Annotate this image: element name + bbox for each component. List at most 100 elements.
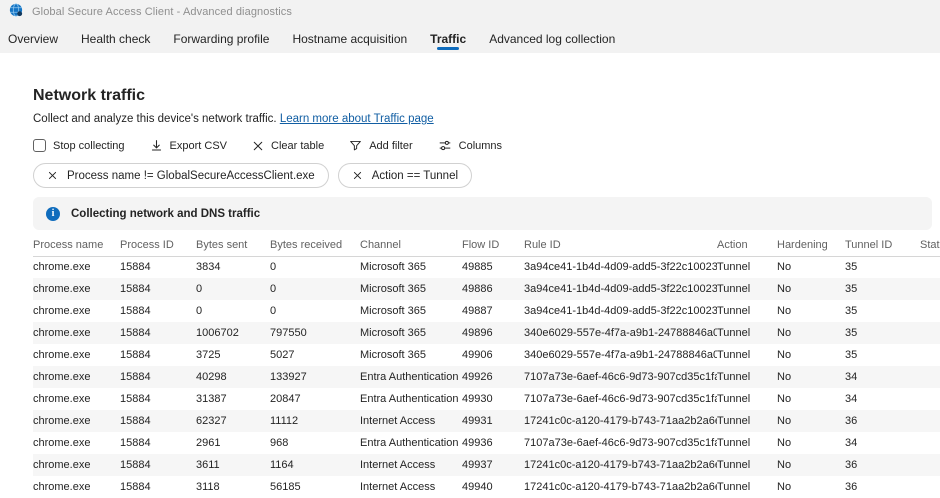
add-filter-button[interactable]: Add filter bbox=[349, 139, 412, 152]
column-header[interactable]: Status bbox=[920, 234, 940, 256]
table-cell bbox=[920, 410, 940, 432]
learn-more-link[interactable]: Learn more about Traffic page bbox=[280, 113, 434, 125]
table-cell bbox=[920, 300, 940, 322]
download-icon bbox=[150, 139, 163, 152]
table-row[interactable]: chrome.exe1588436111164Internet Access49… bbox=[33, 454, 940, 476]
traffic-page: Network traffic Collect and analyze this… bbox=[0, 87, 940, 498]
globe-app-icon bbox=[9, 3, 23, 22]
table-cell: 3834 bbox=[196, 256, 270, 278]
table-cell: 34 bbox=[845, 432, 920, 454]
tab-traffic[interactable]: Traffic bbox=[430, 24, 466, 53]
column-header[interactable]: Bytes received bbox=[270, 234, 360, 256]
table-cell: Tunnel bbox=[717, 344, 777, 366]
tab-label: Advanced log collection bbox=[489, 32, 615, 46]
tab-overview[interactable]: Overview bbox=[8, 24, 58, 53]
table-cell: No bbox=[777, 454, 845, 476]
tab-label: Hostname acquisition bbox=[292, 32, 407, 46]
table-cell: 1164 bbox=[270, 454, 360, 476]
column-header[interactable]: Tunnel ID bbox=[845, 234, 920, 256]
table-cell: chrome.exe bbox=[33, 432, 120, 454]
column-header[interactable]: Action bbox=[717, 234, 777, 256]
table-cell: 0 bbox=[196, 300, 270, 322]
table-cell: 49937 bbox=[462, 454, 524, 476]
table-cell: chrome.exe bbox=[33, 278, 120, 300]
column-header[interactable]: Hardening bbox=[777, 234, 845, 256]
table-row[interactable]: chrome.exe1588400Microsoft 365498863a94c… bbox=[33, 278, 940, 300]
table-cell: No bbox=[777, 344, 845, 366]
table-cell bbox=[920, 256, 940, 278]
stop-collecting-toggle[interactable]: Stop collecting bbox=[33, 139, 125, 152]
table-cell: chrome.exe bbox=[33, 366, 120, 388]
tab-label: Overview bbox=[8, 32, 58, 46]
tab-advanced-log-collection[interactable]: Advanced log collection bbox=[489, 24, 615, 53]
column-header[interactable]: Flow ID bbox=[462, 234, 524, 256]
table-cell: 49930 bbox=[462, 388, 524, 410]
dismiss-icon bbox=[252, 140, 264, 152]
table-row[interactable]: chrome.exe158846232711112Internet Access… bbox=[33, 410, 940, 432]
table-cell: chrome.exe bbox=[33, 322, 120, 344]
table-cell: 0 bbox=[196, 278, 270, 300]
clear-table-button[interactable]: Clear table bbox=[252, 140, 324, 152]
active-filters: Process name != GlobalSecureAccessClient… bbox=[33, 163, 940, 188]
tab-forwarding-profile[interactable]: Forwarding profile bbox=[173, 24, 269, 53]
table-cell: 36 bbox=[845, 454, 920, 476]
table-cell: Tunnel bbox=[717, 278, 777, 300]
table-cell: 35 bbox=[845, 300, 920, 322]
table-cell: 7107a73e-6aef-46c6-9d73-907cd35c1faa bbox=[524, 432, 717, 454]
table-cell: Microsoft 365 bbox=[360, 344, 462, 366]
table-cell: 34 bbox=[845, 366, 920, 388]
checkbox-icon[interactable] bbox=[33, 139, 46, 152]
table-cell: No bbox=[777, 432, 845, 454]
table-cell bbox=[920, 432, 940, 454]
table-row[interactable]: chrome.exe1588440298133927Entra Authenti… bbox=[33, 366, 940, 388]
column-header[interactable]: Process ID bbox=[120, 234, 196, 256]
table-cell: Tunnel bbox=[717, 256, 777, 278]
export-csv-button[interactable]: Export CSV bbox=[150, 139, 227, 152]
selected-tab-indicator bbox=[437, 47, 459, 50]
table-cell: 1006702 bbox=[196, 322, 270, 344]
table-row[interactable]: chrome.exe158843138720847Entra Authentic… bbox=[33, 388, 940, 410]
table-row[interactable]: chrome.exe1588437255027Microsoft 3654990… bbox=[33, 344, 940, 366]
table-cell: No bbox=[777, 366, 845, 388]
table-cell: Entra Authentication bbox=[360, 432, 462, 454]
remove-filter-icon[interactable] bbox=[47, 170, 58, 181]
table-cell: 49886 bbox=[462, 278, 524, 300]
table-cell bbox=[920, 344, 940, 366]
table-cell: 56185 bbox=[270, 476, 360, 498]
column-header[interactable]: Process name bbox=[33, 234, 120, 256]
clear-table-label: Clear table bbox=[271, 140, 324, 152]
table-row[interactable]: chrome.exe15884311856185Internet Access4… bbox=[33, 476, 940, 498]
table-cell: chrome.exe bbox=[33, 476, 120, 498]
table-cell: Entra Authentication bbox=[360, 366, 462, 388]
table-row[interactable]: chrome.exe158841006702797550Microsoft 36… bbox=[33, 322, 940, 344]
table-cell: 49885 bbox=[462, 256, 524, 278]
table-cell: 0 bbox=[270, 256, 360, 278]
table-cell: 34 bbox=[845, 388, 920, 410]
table-cell: 3611 bbox=[196, 454, 270, 476]
filter-pill-process-name[interactable]: Process name != GlobalSecureAccessClient… bbox=[33, 163, 329, 188]
table-cell: 3a94ce41-1b4d-4d09-add5-3f22c10023d6 bbox=[524, 256, 717, 278]
filter-pill-label: Action == Tunnel bbox=[372, 170, 458, 182]
table-row[interactable]: chrome.exe158842961968Entra Authenticati… bbox=[33, 432, 940, 454]
column-header[interactable]: Channel bbox=[360, 234, 462, 256]
page-description: Collect and analyze this device's networ… bbox=[33, 113, 940, 125]
columns-button[interactable]: Columns bbox=[438, 139, 502, 152]
column-header[interactable]: Rule ID bbox=[524, 234, 717, 256]
table-row[interactable]: chrome.exe1588438340Microsoft 365498853a… bbox=[33, 256, 940, 278]
table-cell: 3a94ce41-1b4d-4d09-add5-3f22c10023d6 bbox=[524, 278, 717, 300]
tab-health-check[interactable]: Health check bbox=[81, 24, 150, 53]
table-cell: Tunnel bbox=[717, 300, 777, 322]
table-cell: 49936 bbox=[462, 432, 524, 454]
column-header[interactable]: Bytes sent bbox=[196, 234, 270, 256]
stop-collecting-label: Stop collecting bbox=[53, 140, 125, 152]
column-options-icon bbox=[438, 139, 452, 152]
table-row[interactable]: chrome.exe1588400Microsoft 365498873a94c… bbox=[33, 300, 940, 322]
table-body: chrome.exe1588438340Microsoft 365498853a… bbox=[33, 256, 940, 498]
filter-pill-label: Process name != GlobalSecureAccessClient… bbox=[67, 170, 315, 182]
tab-hostname-acquisition[interactable]: Hostname acquisition bbox=[292, 24, 407, 53]
table-cell: 15884 bbox=[120, 344, 196, 366]
app-window: Global Secure Access Client - Advanced d… bbox=[0, 0, 940, 498]
table-header-row: Process nameProcess IDBytes sentBytes re… bbox=[33, 234, 940, 256]
filter-pill-action[interactable]: Action == Tunnel bbox=[338, 163, 472, 188]
remove-filter-icon[interactable] bbox=[352, 170, 363, 181]
